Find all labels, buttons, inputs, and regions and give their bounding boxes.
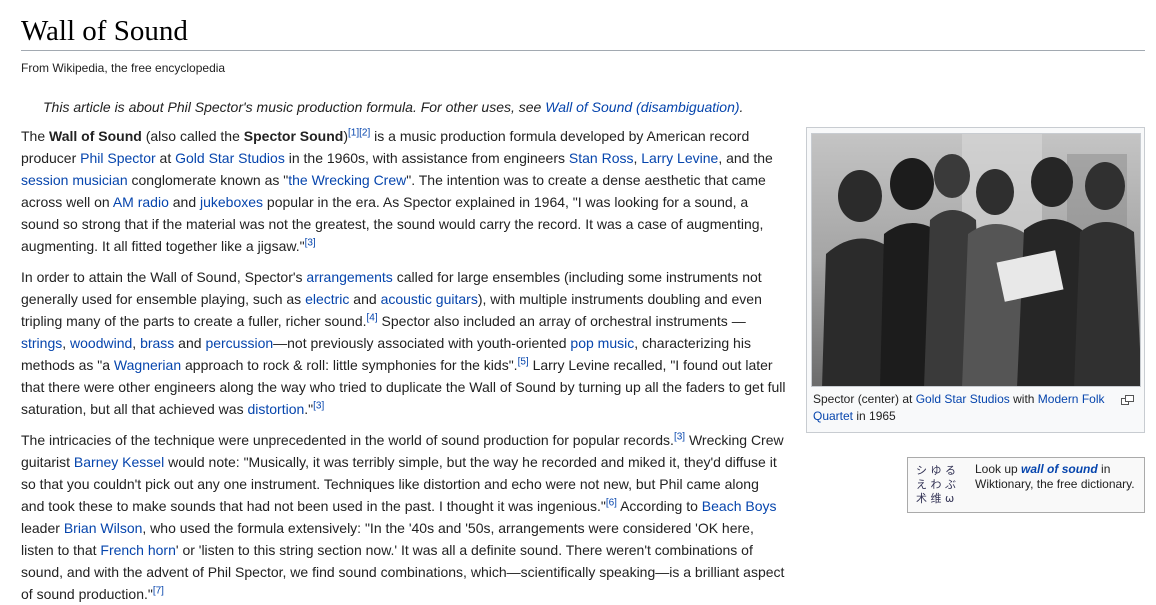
link-brian-wilson[interactable]: Brian Wilson (64, 520, 143, 536)
hatnote-end: . (739, 99, 744, 115)
disambiguation-link[interactable]: Wall of Sound (disambiguation) (545, 99, 739, 115)
citation-3b[interactable]: [3] (313, 400, 324, 411)
hatnote: This article is about Phil Spector's mus… (21, 97, 1145, 117)
citation-4[interactable]: [4] (367, 312, 378, 323)
site-tagline: From Wikipedia, the free encyclopedia (21, 61, 226, 75)
link-wrecking-crew[interactable]: the Wrecking Crew (288, 172, 406, 188)
paragraph-3-narrow: The intricacies of the technique were un… (21, 431, 785, 602)
caption-text: Spector (center) at (813, 392, 916, 406)
link-pop-music[interactable]: pop music (570, 335, 634, 351)
caption-text-end: in 1965 (853, 409, 896, 423)
link-percussion[interactable]: percussion (205, 335, 273, 351)
citation-3[interactable]: [3] (305, 237, 316, 248)
citation-3c[interactable]: [3] (674, 431, 685, 442)
caption-link-gold-star-studios[interactable]: Gold Star Studios (916, 392, 1010, 406)
link-woodwind[interactable]: woodwind (70, 335, 132, 351)
link-distortion[interactable]: distortion (247, 401, 304, 417)
paragraph-1: The Wall of Sound (also called the Spect… (21, 127, 773, 254)
photo-spector-modern-folk-quartet[interactable] (811, 133, 1141, 387)
wiktionary-box: シ ゆ る え わ ぶ 术 维 ω Look up wall of sound … (907, 457, 1145, 513)
image-thumbnail: Spector (center) at Gold Star Studios wi… (806, 127, 1145, 433)
link-french-horn[interactable]: French horn (100, 542, 175, 558)
link-phil-spector[interactable]: Phil Spector (80, 150, 155, 166)
photo-graphic (812, 134, 1140, 386)
citation-7[interactable]: [7] (153, 585, 164, 596)
link-stan-ross[interactable]: Stan Ross (569, 150, 634, 166)
citation-5[interactable]: [5] (518, 356, 529, 367)
link-barney-kessel[interactable]: Barney Kessel (74, 454, 164, 470)
citation-1[interactable]: [1] (348, 127, 359, 138)
link-wagnerian[interactable]: Wagnerian (114, 357, 181, 373)
link-session-musician[interactable]: session musician (21, 172, 128, 188)
citation-2[interactable]: [2] (359, 127, 370, 138)
citation-6[interactable]: [6] (606, 497, 617, 508)
wiktionary-text: Look up wall of sound in Wiktionary, the… (975, 462, 1135, 492)
wiktionary-pre: Look up (975, 462, 1022, 476)
wiktionary-term-link[interactable]: wall of sound (1021, 462, 1098, 476)
article-page: Wall of Sound From Wikipedia, the free e… (0, 0, 1156, 602)
link-brass[interactable]: brass (140, 335, 174, 351)
enlarge-icon[interactable] (1121, 394, 1134, 411)
link-strings[interactable]: strings (21, 335, 62, 351)
link-gold-star-studios[interactable]: Gold Star Studios (175, 150, 285, 166)
link-electric[interactable]: electric (305, 291, 349, 307)
link-acoustic-guitars[interactable]: acoustic guitars (381, 291, 478, 307)
link-am-radio[interactable]: AM radio (113, 194, 169, 210)
hatnote-text: This article is about Phil Spector's mus… (43, 99, 546, 115)
link-arrangements[interactable]: arrangements (306, 269, 392, 285)
bold-term-alt: Spector Sound (243, 128, 344, 144)
link-larry-levine[interactable]: Larry Levine (641, 150, 718, 166)
bold-term: Wall of Sound (49, 128, 142, 144)
link-beach-boys[interactable]: Beach Boys (702, 498, 777, 514)
link-jukeboxes[interactable]: jukeboxes (200, 194, 263, 210)
wiktionary-logo-icon: シ ゆ る え わ ぶ 术 维 ω (916, 464, 956, 505)
page-title: Wall of Sound (21, 0, 1145, 51)
caption-text-mid: with (1009, 392, 1038, 406)
thumbnail-caption: Spector (center) at Gold Star Studios wi… (811, 391, 1140, 425)
paragraph-2: In order to attain the Wall of Sound, Sp… (21, 269, 786, 417)
